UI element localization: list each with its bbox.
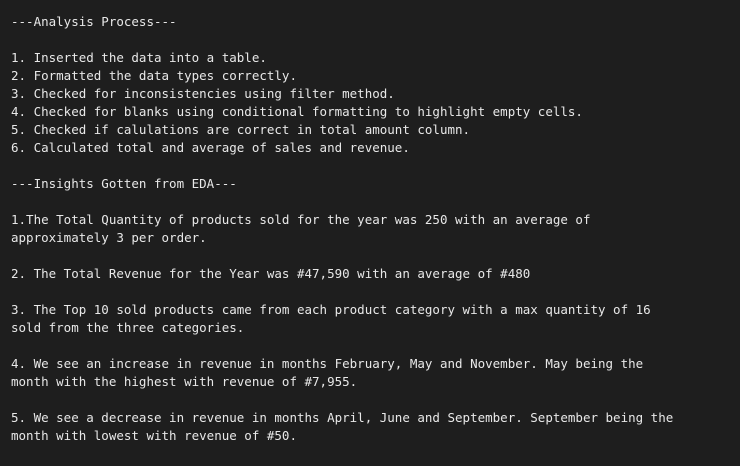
insight-line: 3. The Top 10 sold products came from ea… xyxy=(11,302,651,317)
insight-line: sold from the three categories. xyxy=(11,320,245,335)
analysis-process-heading: ---Analysis Process--- xyxy=(11,14,177,29)
insight-line: approximately 3 per order. xyxy=(11,230,207,245)
analysis-step: 1. Inserted the data into a table. xyxy=(11,50,267,65)
analysis-step: 4. Checked for blanks using conditional … xyxy=(11,104,583,119)
insights-heading: ---Insights Gotten from EDA--- xyxy=(11,176,237,191)
text-output-pane: ---Analysis Process--- 1. Inserted the d… xyxy=(0,0,740,466)
insight-line: 5. We see a decrease in revenue in month… xyxy=(11,410,674,425)
analysis-step: 3. Checked for inconsistencies using fil… xyxy=(11,86,395,101)
insight-line: month with lowest with revenue of #50. xyxy=(11,428,297,443)
analysis-step: 5. Checked if calulations are correct in… xyxy=(11,122,471,137)
analysis-step: 6. Calculated total and average of sales… xyxy=(11,140,410,155)
insight-line: 4. We see an increase in revenue in mont… xyxy=(11,356,644,371)
insight-line: month with the highest with revenue of #… xyxy=(11,374,358,389)
insight-line: 1.The Total Quantity of products sold fo… xyxy=(11,212,591,227)
analysis-step: 2. Formatted the data types correctly. xyxy=(11,68,297,83)
insight-line: 2. The Total Revenue for the Year was #4… xyxy=(11,266,531,281)
